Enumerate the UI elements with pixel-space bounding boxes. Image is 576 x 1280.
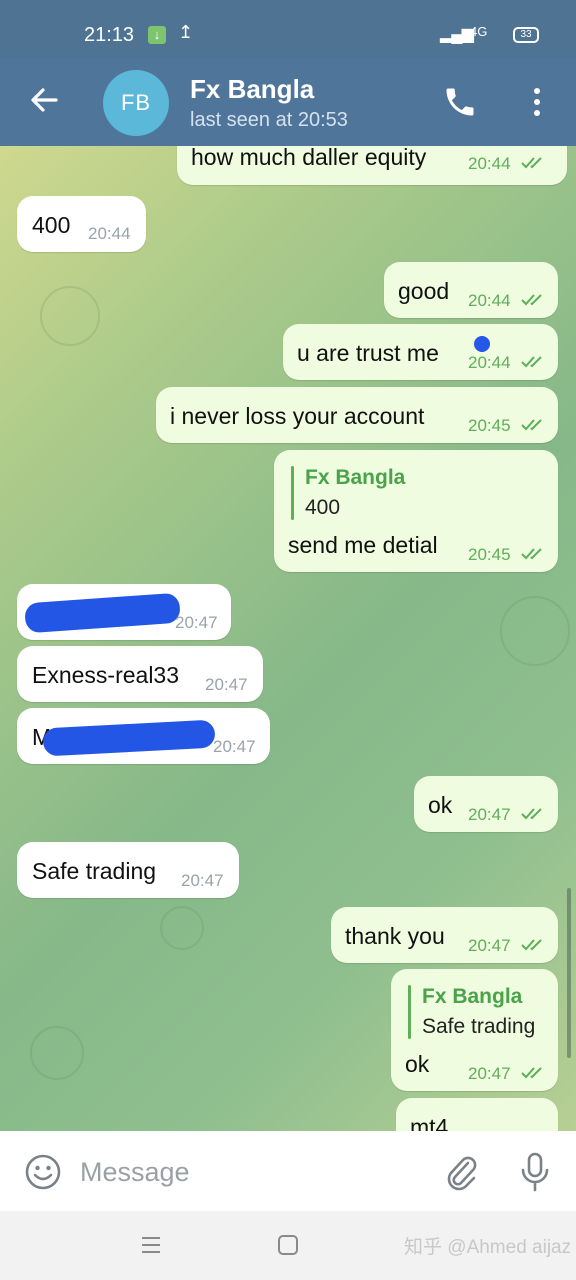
double-check-icon	[521, 548, 542, 560]
status-time: 21:13	[84, 24, 135, 46]
home-button-icon[interactable]	[278, 1235, 298, 1255]
chat-scrollbar[interactable]	[567, 888, 571, 1058]
system-nav-bar: 知乎 @Ahmed aijaz	[0, 1211, 576, 1280]
more-vert-icon[interactable]	[526, 84, 548, 120]
reply-author: Fx Bangla	[305, 466, 406, 489]
message-text: 400	[32, 212, 71, 238]
message-text: Exness-real33	[32, 662, 180, 688]
message-bubble-outgoing-reply[interactable]: Fx Bangla Safe trading ok 20:47	[391, 969, 558, 1091]
microphone-icon[interactable]	[518, 1151, 552, 1193]
message-time: 20:47	[181, 871, 224, 890]
message-bubble-outgoing[interactable]: good 20:44	[384, 262, 558, 318]
last-seen-status: last seen at 20:53	[190, 109, 348, 131]
message-text: good	[398, 278, 450, 304]
message-time: 20:47	[213, 737, 256, 756]
message-text: send me detial	[288, 532, 438, 558]
watermark-text: 知乎 @Ahmed aijaz	[404, 1237, 572, 1258]
battery-icon: 33	[513, 27, 539, 43]
message-time: 20:47	[205, 675, 248, 694]
message-input[interactable]	[80, 1151, 410, 1193]
chat-area[interactable]: how much daller equity 20:44 400 20:44 g…	[0, 146, 576, 1131]
double-check-icon	[521, 939, 542, 951]
message-bubble-outgoing[interactable]: ok 20:47	[414, 776, 558, 832]
download-icon: ↓	[148, 26, 166, 44]
message-time: 20:44	[468, 291, 511, 310]
double-check-icon	[521, 294, 542, 306]
double-check-icon	[521, 1067, 542, 1079]
double-check-icon	[521, 157, 542, 169]
message-time: 20:45	[468, 416, 511, 435]
message-bubble-incoming[interactable]: 20:47	[17, 584, 231, 640]
message-time: 20:44	[468, 353, 511, 372]
message-time: 20:47	[468, 1064, 511, 1083]
phone-icon[interactable]	[442, 84, 478, 120]
doodle-pattern	[500, 596, 570, 666]
message-text: ok	[405, 1051, 430, 1077]
message-time: 20:45	[468, 545, 511, 564]
double-check-icon	[521, 419, 542, 431]
network-type: 4G	[470, 24, 488, 39]
redaction-scribble	[42, 719, 216, 757]
reply-author: Fx Bangla	[422, 985, 523, 1008]
signal-icon: ▂▄▆	[440, 26, 474, 43]
double-check-icon	[521, 356, 542, 368]
message-text: thank you	[345, 923, 445, 949]
message-text: ok	[428, 792, 453, 818]
message-text: mt4	[410, 1114, 449, 1131]
message-bubble-outgoing[interactable]: how much daller equity 20:44	[177, 146, 567, 185]
reply-text: 400	[305, 496, 341, 519]
redaction-scribble	[24, 592, 181, 634]
message-bubble-incoming[interactable]: 400 20:44	[17, 196, 146, 252]
message-bubble-outgoing[interactable]: thank you 20:47	[331, 907, 558, 963]
reply-text: Safe trading	[422, 1015, 536, 1038]
message-bubble-incoming[interactable]: Safe trading 20:47	[17, 842, 239, 898]
reply-quote-bar	[408, 985, 411, 1039]
message-text: u are trust me	[297, 340, 439, 366]
recents-menu-icon[interactable]	[140, 1235, 162, 1255]
message-bubble-outgoing[interactable]: i never loss your account 20:45	[156, 387, 558, 443]
message-bubble-outgoing-reply[interactable]: Fx Bangla 400 send me detial 20:45	[274, 450, 558, 572]
blue-dot-marker	[474, 336, 490, 352]
message-composer	[0, 1131, 576, 1211]
back-arrow-icon[interactable]	[26, 82, 62, 118]
upload-icon: ↥	[178, 22, 194, 42]
chat-header: FB Fx Bangla last seen at 20:53	[0, 58, 576, 146]
message-time: 20:47	[175, 613, 218, 632]
double-check-icon	[521, 808, 542, 820]
message-time: 20:47	[468, 805, 511, 824]
doodle-pattern	[30, 1026, 84, 1080]
message-time: 20:44	[468, 154, 511, 173]
message-bubble-outgoing[interactable]: mt4	[396, 1098, 558, 1131]
message-text: i never loss your account	[170, 403, 425, 429]
doodle-pattern	[160, 906, 204, 950]
chat-title[interactable]: Fx Bangla	[190, 74, 314, 105]
message-time: 20:44	[88, 224, 131, 243]
message-bubble-outgoing[interactable]: u are trust me 20:44	[283, 324, 558, 380]
emoji-icon[interactable]	[24, 1153, 62, 1191]
message-bubble-incoming[interactable]: M 20:47	[17, 708, 270, 764]
avatar[interactable]: FB	[103, 70, 169, 136]
doodle-pattern	[40, 286, 100, 346]
message-text: how much daller equity	[191, 146, 427, 170]
message-time: 20:47	[468, 936, 511, 955]
message-bubble-incoming[interactable]: Exness-real33 20:47	[17, 646, 263, 702]
paperclip-icon[interactable]	[443, 1151, 479, 1191]
status-bar: 21:13 ↓ ↥ ▂▄▆ 4G 33	[0, 0, 576, 58]
reply-quote-bar	[291, 466, 294, 520]
message-text: Safe trading	[32, 858, 157, 884]
